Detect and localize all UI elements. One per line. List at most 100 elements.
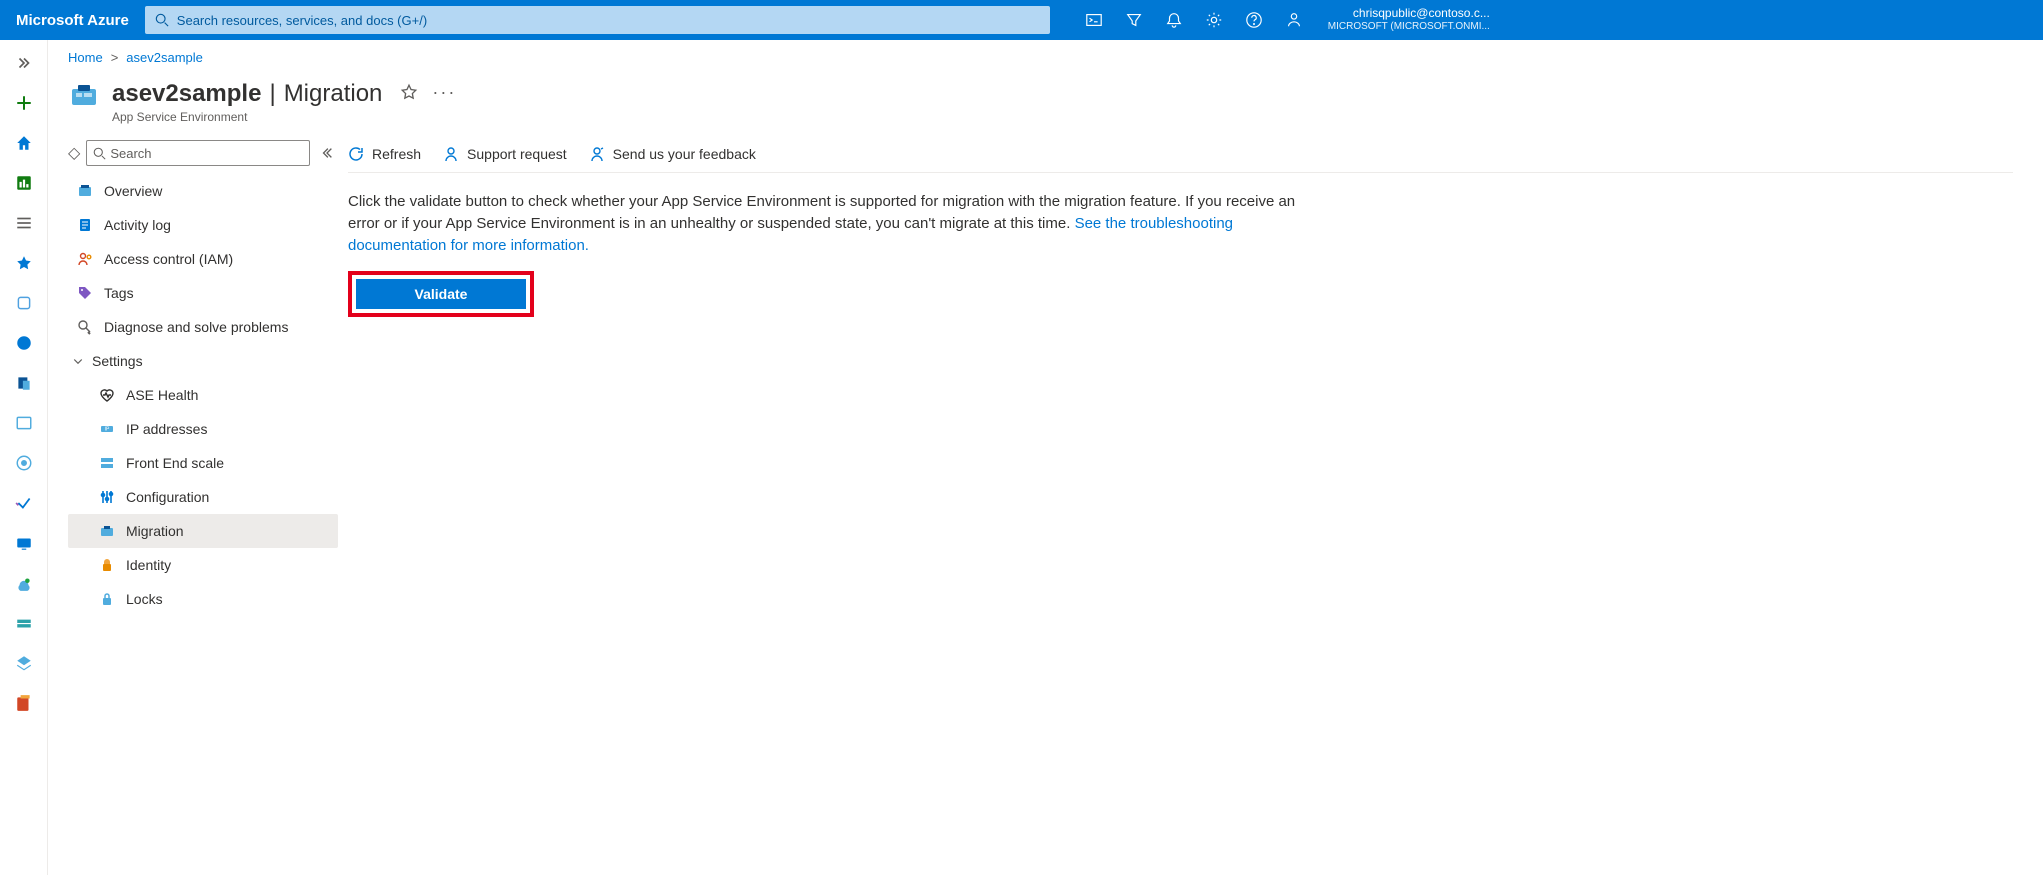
menu-group-label: Settings [92, 353, 143, 369]
menu-label: Diagnose and solve problems [104, 319, 288, 335]
refresh-icon [348, 146, 364, 162]
rail-item-9[interactable] [9, 608, 39, 638]
validate-highlight: Validate [348, 271, 534, 317]
menu-front-end-scale[interactable]: Front End scale [68, 446, 338, 480]
chevron-down-icon [72, 355, 84, 367]
menu-label: Front End scale [126, 455, 224, 471]
menu-identity[interactable]: Identity [68, 548, 338, 582]
help-button[interactable] [1234, 0, 1274, 40]
diagnose-icon [76, 318, 94, 336]
menu-ip-addresses[interactable]: IP IP addresses [68, 412, 338, 446]
resource-menu-search[interactable]: Search [86, 140, 310, 166]
filter-button[interactable] [1114, 0, 1154, 40]
chevron-right-icon: > [111, 50, 119, 65]
instruction-text: Click the validate button to check wheth… [348, 191, 1308, 257]
breadcrumb-home[interactable]: Home [68, 50, 103, 65]
activity-log-icon [76, 216, 94, 234]
global-search-input[interactable]: Search resources, services, and docs (G+… [145, 6, 1050, 34]
settings-button[interactable] [1194, 0, 1234, 40]
search-icon [155, 13, 169, 27]
support-request-button[interactable]: Support request [443, 146, 567, 162]
rail-home-button[interactable] [9, 128, 39, 158]
menu-label: ASE Health [126, 387, 198, 403]
menu-activity-log[interactable]: Activity log [68, 208, 338, 242]
rail-item-8[interactable] [9, 568, 39, 598]
resource-type: App Service Environment [112, 110, 456, 124]
ip-icon: IP [98, 420, 116, 438]
menu-label: Migration [126, 523, 184, 539]
rail-allservices-button[interactable] [9, 208, 39, 238]
blade-header: asev2sample | Migration ··· App Service … [48, 69, 2043, 134]
rail-item-1[interactable] [9, 288, 39, 318]
rail-dashboard-button[interactable] [9, 168, 39, 198]
account-info[interactable]: chrisqpublic@contoso.c... MICROSOFT (MIC… [1314, 6, 1504, 34]
collapse-menu-button[interactable] [316, 142, 338, 164]
content-area: Refresh Support request Send us your fee… [348, 134, 2043, 875]
rail-item-11[interactable] [9, 688, 39, 718]
menu-configuration[interactable]: Configuration [68, 480, 338, 514]
refresh-button[interactable]: Refresh [348, 146, 421, 162]
rail-item-4[interactable] [9, 408, 39, 438]
rail-item-7[interactable] [9, 528, 39, 558]
menu-label: Tags [104, 285, 134, 301]
menu-overview[interactable]: Overview [68, 174, 338, 208]
resource-menu: ◇ Search Overview Activity log [48, 134, 348, 875]
page-title: Migration [284, 80, 383, 108]
menu-group-settings[interactable]: Settings [68, 344, 338, 378]
menu-label: IP addresses [126, 421, 207, 437]
cmd-label: Refresh [372, 146, 421, 162]
menu-ase-health[interactable]: ASE Health [68, 378, 338, 412]
rail-item-2[interactable] [9, 328, 39, 358]
migration-icon [98, 522, 116, 540]
menu-migration[interactable]: Migration [68, 514, 338, 548]
menu-access-control[interactable]: Access control (IAM) [68, 242, 338, 276]
notifications-button[interactable] [1154, 0, 1194, 40]
overview-icon [76, 182, 94, 200]
top-header: Microsoft Azure Search resources, servic… [0, 0, 2043, 40]
validate-button[interactable]: Validate [356, 279, 526, 309]
menu-label: Activity log [104, 217, 171, 233]
topbar-actions [1074, 0, 1314, 40]
brand-label: Microsoft Azure [0, 12, 145, 29]
menu-locks[interactable]: Locks [68, 582, 338, 616]
account-email: chrisqpublic@contoso.c... [1328, 6, 1490, 20]
access-control-icon [76, 250, 94, 268]
scale-icon [98, 454, 116, 472]
menu-label: Configuration [126, 489, 209, 505]
cloud-shell-button[interactable] [1074, 0, 1114, 40]
svg-text:IP: IP [105, 427, 110, 433]
rail-expand-button[interactable] [9, 48, 39, 78]
menu-tags[interactable]: Tags [68, 276, 338, 310]
configuration-icon [98, 488, 116, 506]
title-separator: | [269, 80, 275, 108]
menu-label: Overview [104, 183, 162, 199]
sort-icon[interactable]: ◇ [68, 143, 80, 163]
menu-label: Access control (IAM) [104, 251, 233, 267]
tags-icon [76, 284, 94, 302]
resource-menu-search-placeholder: Search [110, 146, 151, 161]
rail-item-6[interactable] [9, 488, 39, 518]
rail-item-3[interactable] [9, 368, 39, 398]
resource-name: asev2sample [112, 80, 261, 108]
command-bar: Refresh Support request Send us your fee… [348, 146, 2013, 173]
breadcrumb: Home > asev2sample [48, 40, 2043, 69]
rail-favorites-button[interactable] [9, 248, 39, 278]
rail-item-10[interactable] [9, 648, 39, 678]
identity-icon [98, 556, 116, 574]
menu-label: Identity [126, 557, 171, 573]
search-icon [93, 147, 106, 160]
locks-icon [98, 590, 116, 608]
account-org: MICROSOFT (MICROSOFT.ONMI... [1328, 20, 1490, 34]
left-rail [0, 40, 48, 875]
feedback-icon [589, 146, 605, 162]
rail-create-button[interactable] [9, 88, 39, 118]
breadcrumb-resource[interactable]: asev2sample [126, 50, 203, 65]
send-feedback-button[interactable]: Send us your feedback [589, 146, 756, 162]
menu-diagnose[interactable]: Diagnose and solve problems [68, 310, 338, 344]
cmd-label: Support request [467, 146, 567, 162]
support-icon [443, 146, 459, 162]
health-icon [98, 386, 116, 404]
pin-icon[interactable] [400, 83, 418, 101]
feedback-button[interactable] [1274, 0, 1314, 40]
rail-item-5[interactable] [9, 448, 39, 478]
